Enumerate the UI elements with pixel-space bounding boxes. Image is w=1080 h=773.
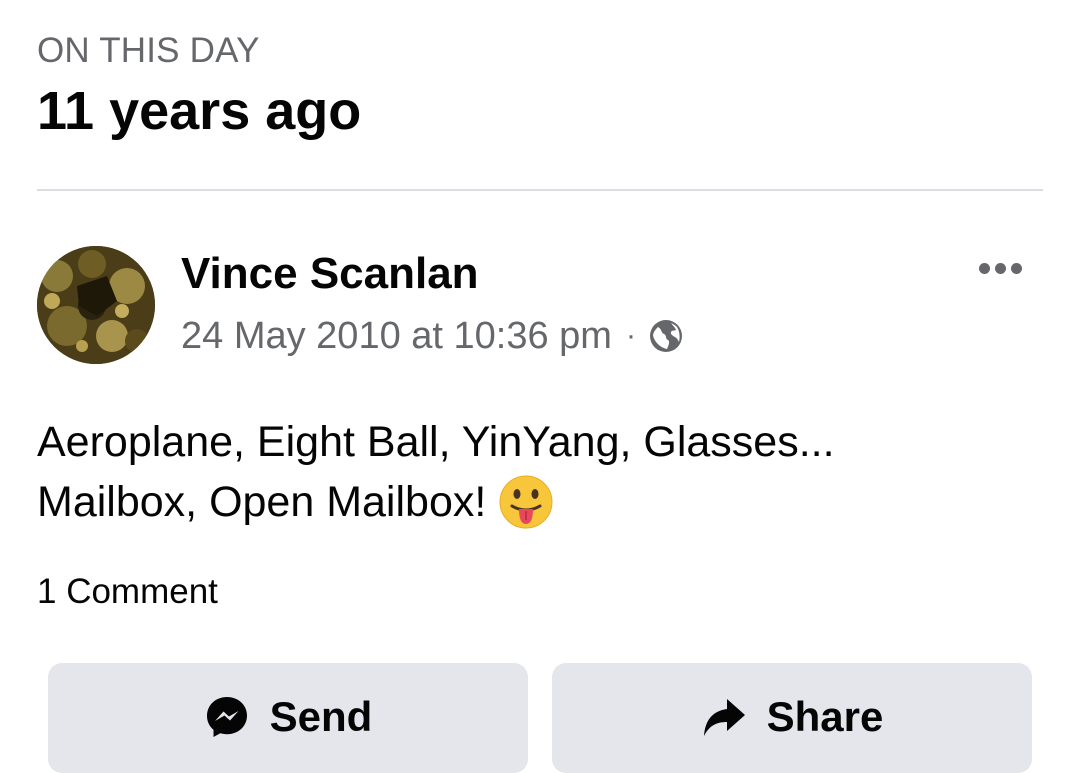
author-name[interactable]: Vince Scanlan: [181, 249, 479, 299]
post-text: Aeroplane, Eight Ball, YinYang, Glasses.…: [37, 412, 1037, 532]
memory-label: ON THIS DAY: [37, 31, 260, 70]
send-button[interactable]: Send: [48, 663, 528, 773]
share-button[interactable]: Share: [552, 663, 1032, 773]
globe-icon: [648, 318, 684, 354]
more-options-button[interactable]: [968, 250, 1032, 286]
avatar[interactable]: [37, 246, 155, 364]
share-label: Share: [766, 693, 884, 740]
post-text-line-2: Mailbox, Open Mailbox!: [37, 478, 487, 526]
comments-count[interactable]: 1 Comment: [37, 570, 218, 614]
post-text-line-1: Aeroplane, Eight Ball, YinYang, Glasses.…: [37, 418, 835, 466]
messenger-icon: [206, 697, 247, 737]
memory-title: 11 years ago: [37, 81, 362, 141]
meta-separator: ·: [625, 319, 636, 352]
post-meta: 24 May 2010 at 10:36 pm ·: [181, 313, 684, 359]
share-arrow-icon: [703, 699, 745, 736]
more-options-icon: [978, 262, 990, 274]
post-timestamp[interactable]: 24 May 2010 at 10:36 pm: [181, 315, 612, 358]
send-label: Send: [269, 693, 373, 740]
divider: [37, 189, 1043, 191]
tongue-out-emoji: [498, 474, 554, 530]
